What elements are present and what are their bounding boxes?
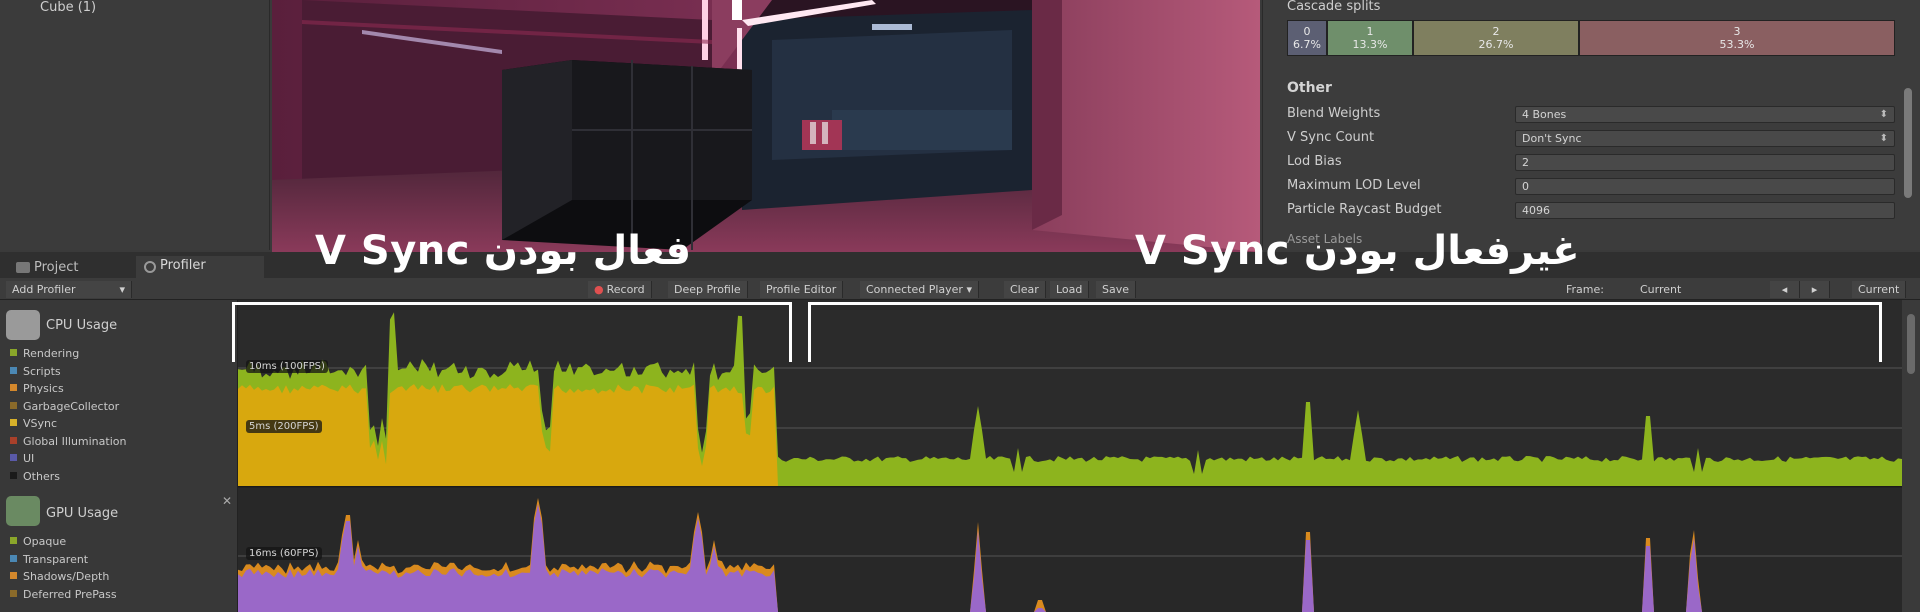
dropdown-arrow-icon: ⬍ bbox=[1879, 133, 1888, 144]
arrow-right-icon: ▸ bbox=[1811, 283, 1818, 296]
vsync-count-dropdown[interactable]: Don't Sync ⬍ bbox=[1515, 130, 1895, 147]
legend-swatch-icon bbox=[10, 471, 17, 479]
gpu-legend-item[interactable]: Shadows/Depth bbox=[10, 570, 109, 583]
cascade-split-2[interactable]: 2 26.7% bbox=[1413, 20, 1579, 56]
scene-render bbox=[272, 0, 1260, 252]
gpu-icon bbox=[6, 496, 40, 526]
other-section-title: Other bbox=[1287, 80, 1332, 96]
chevron-down-icon: ▾ bbox=[119, 283, 125, 296]
gpu-legend-item[interactable]: Opaque bbox=[10, 535, 66, 548]
scrollbar-thumb[interactable] bbox=[1907, 314, 1915, 374]
load-button[interactable]: Load bbox=[1050, 281, 1090, 298]
hierarchy-panel: Cube (1) bbox=[0, 0, 270, 250]
close-icon[interactable]: ✕ bbox=[222, 494, 232, 508]
vsync-on-annotation: فعال بودن V Sync bbox=[315, 228, 692, 274]
vsync-count-label: V Sync Count bbox=[1287, 130, 1375, 145]
profiler-icon bbox=[144, 261, 156, 273]
dropdown-arrow-icon: ⬍ bbox=[1879, 109, 1888, 120]
inspector-scrollbar-thumb[interactable] bbox=[1904, 88, 1912, 198]
cpu-legend-item[interactable]: Rendering bbox=[10, 347, 79, 360]
cascade-split-1[interactable]: 1 13.3% bbox=[1327, 20, 1413, 56]
gpu-fps-label-16ms: 16ms (60FPS) bbox=[246, 547, 322, 560]
cpu-legend-item[interactable]: Others bbox=[10, 470, 60, 483]
cascade-splits-title: Cascade splits bbox=[1287, 0, 1381, 14]
cpu-usage-title[interactable]: CPU Usage bbox=[46, 318, 117, 333]
legend-swatch-icon bbox=[10, 537, 17, 544]
lod-bias-label: Lod Bias bbox=[1287, 154, 1342, 169]
add-profiler-dropdown[interactable]: Add Profiler ▾ bbox=[6, 281, 132, 298]
cpu-legend-item[interactable]: Physics bbox=[10, 382, 64, 395]
legend-swatch-icon bbox=[10, 419, 17, 426]
record-icon: ● bbox=[594, 283, 604, 296]
particle-raycast-budget-field[interactable]: 4096 bbox=[1515, 202, 1895, 219]
blend-weights-dropdown[interactable]: 4 Bones ⬍ bbox=[1515, 106, 1895, 123]
particle-raycast-budget-label: Particle Raycast Budget bbox=[1287, 202, 1442, 217]
legend-swatch-icon bbox=[10, 572, 17, 579]
folder-icon bbox=[16, 262, 30, 273]
cpu-fps-label-5ms: 5ms (200FPS) bbox=[246, 420, 322, 433]
frame-label: Frame: bbox=[1566, 283, 1604, 296]
cpu-legend-item[interactable]: GarbageCollector bbox=[10, 400, 119, 413]
legend-swatch-icon bbox=[10, 436, 17, 444]
legend-swatch-icon bbox=[10, 401, 17, 409]
game-view[interactable] bbox=[272, 0, 1260, 252]
max-lod-level-field[interactable]: 0 bbox=[1515, 178, 1895, 195]
cpu-icon bbox=[6, 310, 40, 340]
profile-editor-button[interactable]: Profile Editor bbox=[760, 281, 844, 298]
current-frame-button[interactable]: Current bbox=[1852, 281, 1907, 298]
max-lod-level-label: Maximum LOD Level bbox=[1287, 178, 1421, 193]
unity-editor-window: Cube (1) Cascade splits 0 6.7% 1 13.3% 2… bbox=[0, 0, 1920, 612]
next-frame-button[interactable]: ▸ bbox=[1800, 281, 1830, 298]
vsync-off-bracket bbox=[808, 302, 1882, 362]
legend-swatch-icon bbox=[10, 554, 17, 562]
legend-swatch-icon bbox=[10, 349, 17, 356]
tab-bar: Project Profiler bbox=[0, 252, 1920, 278]
tab-profiler[interactable]: Profiler bbox=[136, 256, 264, 278]
frame-value: Current bbox=[1640, 283, 1682, 296]
lod-bias-field[interactable]: 2 bbox=[1515, 154, 1895, 171]
cascade-split-3[interactable]: 3 53.3% bbox=[1579, 20, 1895, 56]
connected-player-dropdown[interactable]: Connected Player ▾ bbox=[860, 281, 979, 298]
vsync-off-annotation: غیرفعال بودن V Sync bbox=[1135, 228, 1580, 274]
hierarchy-item[interactable]: Cube (1) bbox=[40, 1, 96, 15]
clear-button[interactable]: Clear bbox=[1004, 281, 1046, 298]
save-button[interactable]: Save bbox=[1096, 281, 1137, 298]
cpu-legend-item[interactable]: VSync bbox=[10, 417, 57, 430]
legend-swatch-icon bbox=[10, 454, 17, 461]
gpu-legend-item[interactable]: Transparent bbox=[10, 553, 88, 566]
legend-swatch-icon bbox=[10, 589, 17, 597]
gpu-legend-item[interactable]: Deferred PrePass bbox=[10, 588, 117, 601]
blend-weights-label: Blend Weights bbox=[1287, 106, 1381, 121]
vsync-on-bracket bbox=[232, 302, 792, 362]
profiler-module-list: CPU Usage Rendering Scripts Physics Garbage… bbox=[0, 300, 238, 612]
chevron-down-icon: ▾ bbox=[962, 283, 972, 296]
cascade-split-0[interactable]: 0 6.7% bbox=[1287, 20, 1327, 56]
profiler-scrollbar[interactable] bbox=[1902, 300, 1920, 612]
legend-swatch-icon bbox=[10, 384, 17, 391]
legend-swatch-icon bbox=[10, 366, 17, 374]
arrow-left-icon: ◂ bbox=[1781, 283, 1788, 296]
inspector-panel: Cascade splits 0 6.7% 1 13.3% 2 26.7% 3 53.3… bbox=[1262, 0, 1920, 250]
tab-project[interactable]: Project bbox=[10, 258, 130, 278]
cpu-legend-item[interactable]: Global Illumination bbox=[10, 435, 126, 448]
prev-frame-button[interactable]: ◂ bbox=[1770, 281, 1800, 298]
gpu-usage-title[interactable]: GPU Usage bbox=[46, 506, 118, 521]
record-button[interactable]: ● Record bbox=[588, 281, 652, 298]
cpu-legend-item[interactable]: UI bbox=[10, 452, 34, 465]
cpu-legend-item[interactable]: Scripts bbox=[10, 365, 61, 378]
profiler-toolbar: Add Profiler ▾ ● Record Deep Profile Profi… bbox=[0, 278, 1920, 300]
deep-profile-button[interactable]: Deep Profile bbox=[668, 281, 748, 298]
